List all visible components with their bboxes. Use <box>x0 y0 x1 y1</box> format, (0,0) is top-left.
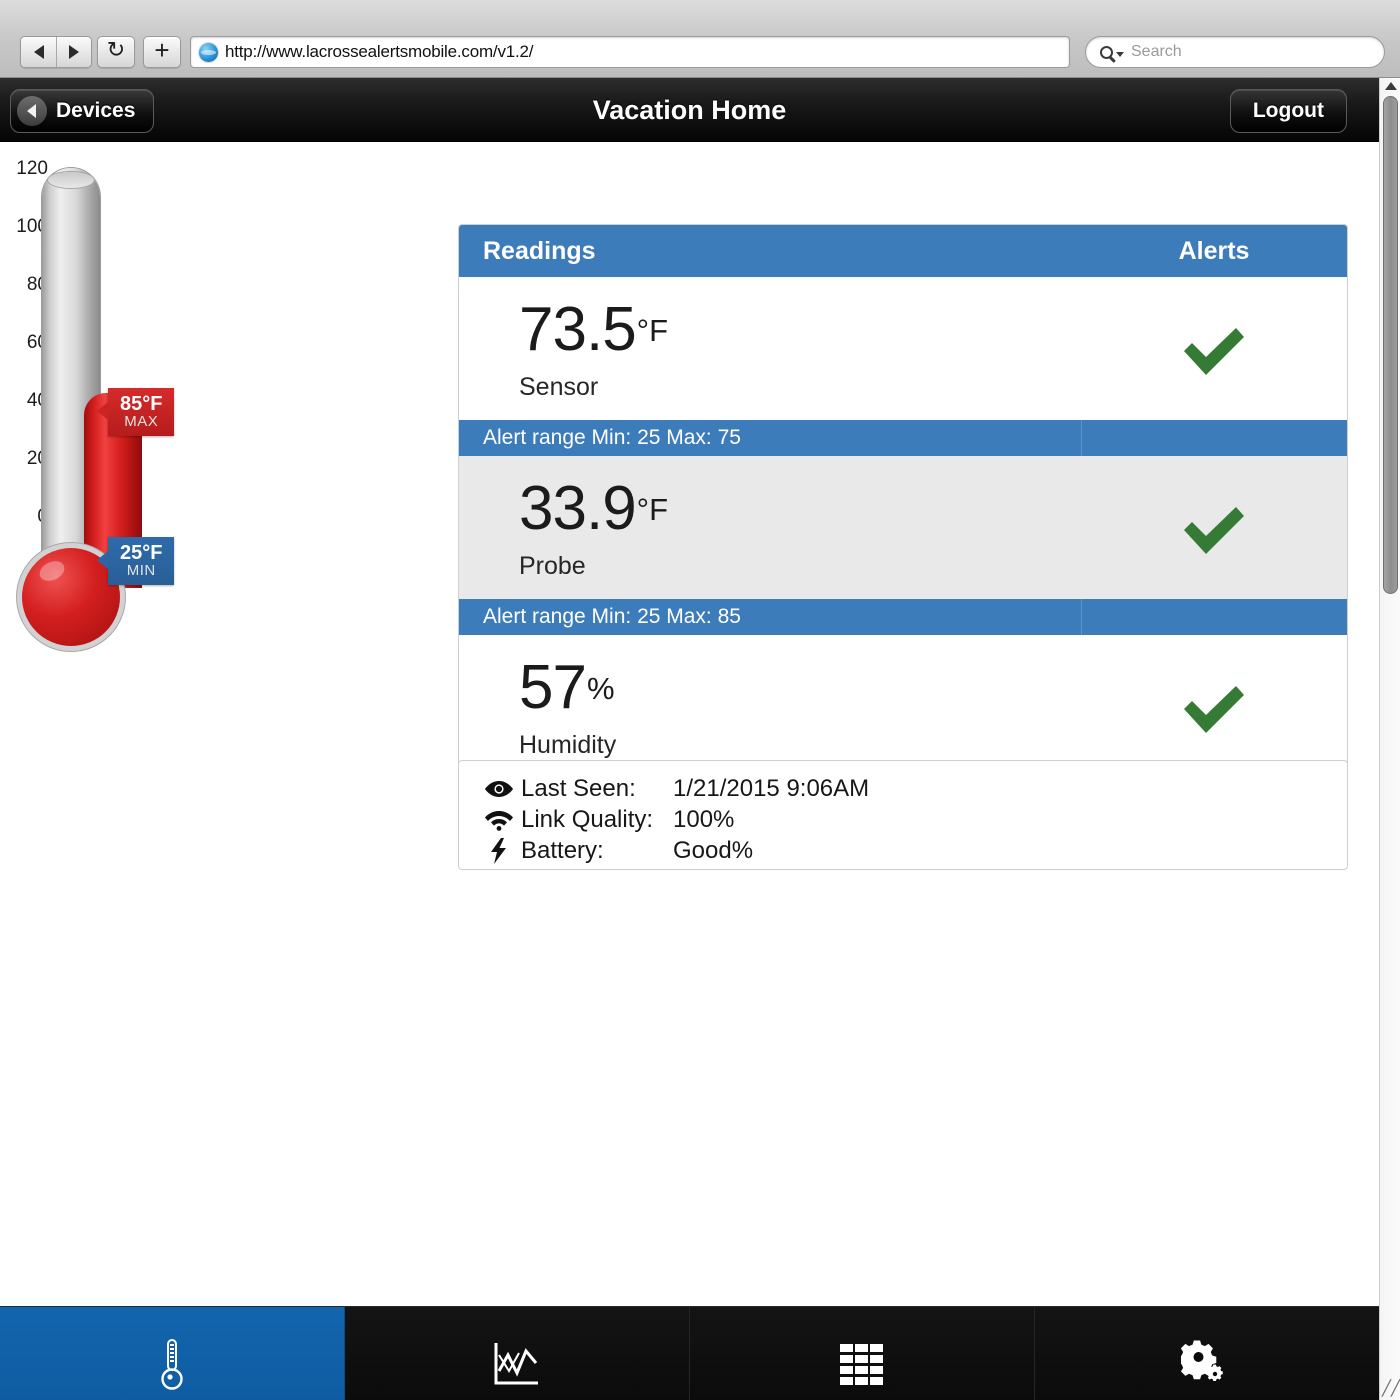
status-key: Last Seen: <box>521 774 636 802</box>
thermometer-gauge: 120 100 80 60 40 20 0 -20 85°F MAX <box>0 150 420 650</box>
reading-value: 57 % <box>519 657 1081 719</box>
alert-status-cell <box>1081 277 1347 420</box>
status-value: 100% <box>673 805 735 833</box>
reading-row[interactable]: 33.9 °F Probe <box>459 456 1347 599</box>
page-title: Vacation Home <box>592 94 787 125</box>
reading-value: 33.9 °F <box>519 478 1081 540</box>
alert-range-row: Alert range Min: 25 Max: 85 <box>459 599 1347 635</box>
status-row-battery: Battery: Good% <box>477 835 1347 866</box>
scrollbar-thumb[interactable] <box>1383 96 1398 594</box>
logout-label: Logout <box>1252 99 1324 122</box>
tab-table[interactable]: Table <box>690 1307 1035 1400</box>
max-threshold-label: MAX <box>124 412 159 430</box>
forward-button[interactable] <box>56 37 91 67</box>
min-threshold-marker: 25°F MIN <box>96 537 175 585</box>
reading-main: 73.5 °F Sensor <box>459 277 1081 420</box>
nav-button-group <box>20 36 92 68</box>
chevron-down-icon <box>1116 52 1124 57</box>
device-status-card: Last Seen: 1/21/2015 9:06AM Link Quality… <box>458 760 1348 870</box>
back-button[interactable] <box>21 37 56 67</box>
check-icon <box>1184 327 1244 375</box>
min-threshold-value: 25°F <box>120 541 163 564</box>
max-threshold-marker: 85°F MAX <box>96 388 175 436</box>
readings-column-header: Readings <box>483 236 596 265</box>
search-input[interactable]: Search <box>1085 36 1385 68</box>
reading-unit: % <box>586 671 615 706</box>
alert-range-row: Alert range Min: 25 Max: 75 <box>459 420 1347 456</box>
logout-button[interactable]: Logout <box>1229 89 1347 133</box>
check-icon <box>1184 685 1244 733</box>
alert-range-text: Alert range Min: 25 Max: 85 <box>483 605 741 628</box>
browser-window: ↻ + http://www.lacrossealertsmobile.com/… <box>0 0 1400 1400</box>
wifi-icon <box>477 809 521 831</box>
reading-unit: °F <box>636 492 669 527</box>
browser-toolbar: ↻ + http://www.lacrossealertsmobile.com/… <box>0 0 1400 78</box>
alert-range-spacer <box>1081 599 1347 635</box>
reading-value: 73.5 °F <box>519 299 1081 361</box>
readings-card: Readings Alerts 73.5 °F Sensor Alert ran… <box>458 224 1348 815</box>
gear-icon <box>1181 1337 1233 1393</box>
devices-back-label: Devices <box>56 99 136 122</box>
reading-main: 57 % Humidity <box>459 635 1081 778</box>
tab-panel[interactable]: Panel <box>0 1307 345 1400</box>
scroll-up-arrow-icon[interactable] <box>1385 82 1397 90</box>
url-bar[interactable]: http://www.lacrossealertsmobile.com/v1.2… <box>190 36 1070 68</box>
reload-button[interactable]: ↻ <box>97 36 135 68</box>
app-body: 120 100 80 60 40 20 0 -20 85°F MAX <box>0 142 1379 1400</box>
window-resize-handle[interactable]: ╱╱ <box>1382 1381 1400 1398</box>
thermometer-icon <box>155 1337 189 1393</box>
reading-main: 33.9 °F Probe <box>459 456 1081 599</box>
reading-number: 73.5 <box>519 295 637 364</box>
triangle-right-icon <box>69 45 79 59</box>
alert-range-spacer <box>1081 420 1347 456</box>
tab-settings[interactable]: Settings <box>1035 1307 1379 1400</box>
reading-row[interactable]: 73.5 °F Sensor <box>459 277 1347 420</box>
app-header: Vacation Home Devices Logout <box>0 78 1379 142</box>
alert-status-cell <box>1081 456 1347 599</box>
alert-status-cell <box>1081 635 1347 778</box>
reading-label: Probe <box>519 552 586 580</box>
alerts-column-header: Alerts <box>1178 236 1250 265</box>
status-value: Good% <box>673 836 754 864</box>
max-threshold-value: 85°F <box>120 392 163 415</box>
grid-table-icon <box>839 1337 885 1393</box>
reading-unit: °F <box>636 313 669 348</box>
status-key: Battery: <box>521 836 604 864</box>
thermometer-tube <box>42 168 142 588</box>
status-row-link-quality: Link Quality: 100% <box>477 804 1347 835</box>
triangle-left-icon <box>33 45 44 59</box>
reload-icon: ↻ <box>106 37 126 63</box>
thermometer-tick: 120 <box>16 158 48 179</box>
eye-icon <box>477 780 521 798</box>
status-key: Link Quality: <box>521 805 654 833</box>
reading-label: Humidity <box>519 731 617 759</box>
search-icon <box>1100 45 1113 59</box>
line-chart-icon <box>492 1337 542 1393</box>
bolt-icon <box>477 837 521 864</box>
min-threshold-label: MIN <box>126 561 156 579</box>
webview: Vacation Home Devices Logout 120 100 80 … <box>0 78 1379 1400</box>
reading-number: 57 <box>519 653 587 722</box>
check-icon <box>1184 506 1244 554</box>
devices-back-button[interactable]: Devices <box>10 89 155 133</box>
plus-icon: + <box>154 35 170 65</box>
reading-number: 33.9 <box>519 474 637 543</box>
url-text: http://www.lacrossealertsmobile.com/v1.2… <box>225 42 534 61</box>
tab-chart[interactable]: Chart <box>345 1307 690 1400</box>
reading-label: Sensor <box>519 373 599 401</box>
vertical-scrollbar[interactable]: ╱╱ <box>1379 78 1400 1400</box>
status-row-last-seen: Last Seen: 1/21/2015 9:06AM <box>477 773 1347 804</box>
reading-row[interactable]: 57 % Humidity <box>459 635 1347 778</box>
alert-range-text: Alert range Min: 25 Max: 75 <box>483 426 741 449</box>
chevron-left-icon <box>17 96 47 126</box>
status-value: 1/21/2015 9:06AM <box>673 774 870 802</box>
bottom-tab-bar: Panel Chart <box>0 1306 1379 1400</box>
globe-icon <box>199 42 218 62</box>
search-placeholder: Search <box>1131 43 1182 60</box>
new-tab-button[interactable]: + <box>143 36 181 68</box>
readings-card-header: Readings Alerts <box>459 225 1347 277</box>
